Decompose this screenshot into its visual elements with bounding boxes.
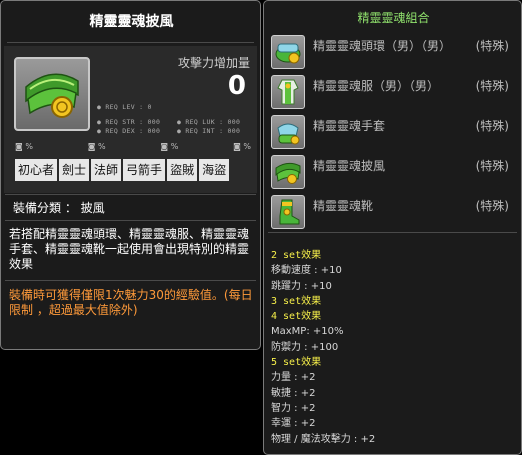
set-effect-line: 跳躍力 : +10 [271, 280, 332, 292]
req-dex: ● REQ DEX : 000 [97, 127, 161, 135]
divider [5, 220, 256, 221]
item-image-frame [14, 57, 90, 131]
cape-icon [271, 155, 305, 189]
set-effect-line: 幸運 : +2 [271, 418, 316, 430]
attack-increase-value: 0 [227, 71, 246, 101]
set-effect-header: 3 set效果 [271, 295, 322, 307]
set-item-headband: 精靈靈魂頭環（男）（男） (特殊) [271, 35, 515, 71]
set-effect-line: 移動速度 : +10 [271, 265, 342, 277]
set-item-tag: (特殊) [475, 79, 509, 93]
set-item-boot: 精靈靈魂靴 (特殊) [271, 195, 515, 231]
small-stat-1: ◙ % [15, 142, 33, 151]
item-title: 精靈靈魂披風 [89, 14, 174, 30]
title-divider [7, 42, 254, 43]
set-item-tag: (特殊) [475, 119, 509, 133]
req-luk: ● REQ LUK : 000 [177, 118, 241, 126]
set-item-name: 精靈靈魂頭環（男）（男） [313, 39, 452, 53]
set-item-tag: (特殊) [475, 159, 509, 173]
set-item-glove: 精靈靈魂手套 (特殊) [271, 115, 515, 151]
set-item-tag: (特殊) [475, 39, 509, 53]
divider [268, 232, 517, 233]
req-str: ● REQ STR : 000 [97, 118, 161, 126]
glove-icon [271, 115, 305, 149]
cape-icon [25, 73, 79, 118]
job-beginner: 初心者 [15, 159, 58, 181]
set-effect-header: 4 set效果 [271, 311, 322, 323]
set-tooltip-panel: 精靈靈魂組合 精靈靈魂頭環（男）（男） (特殊) 精靈靈魂服（男）（男） (特殊… [263, 0, 522, 455]
divider [5, 194, 256, 195]
stat-glyph-icon: ◙ [233, 142, 241, 151]
set-effect-header: 5 set效果 [271, 357, 322, 369]
item-description: 若搭配精靈靈魂頭環、精靈靈魂服、精靈靈魂手套、精靈靈魂靴一起使用會出現特別的精靈… [9, 227, 250, 271]
set-item-name: 精靈靈魂披風 [313, 159, 386, 173]
small-stat-row: ◙ % ◙ % ◙ % ◙ % [15, 142, 251, 151]
job-archer: 弓箭手 [123, 159, 166, 181]
req-int: ● REQ INT : 000 [177, 127, 241, 135]
charm-exp-note: 裝備時可獲得僅限1次魅力30的經驗值。(每日限制 ，超過最大值除外) [9, 288, 253, 317]
small-stat-4: ◙ % [233, 142, 251, 151]
job-warrior: 劍士 [59, 159, 90, 181]
job-pirate: 海盜 [199, 159, 230, 181]
set-item-name: 精靈靈魂靴 [313, 199, 374, 213]
boot-icon [271, 195, 305, 229]
set-effect-line: 敏捷 : +2 [271, 387, 316, 399]
stat-glyph-icon: ◙ [87, 142, 96, 151]
item-tooltip-panel: 精靈靈魂披風 攻擊力增加量 0 ● REQ LEV : 0 ● REQ STR … [0, 0, 261, 350]
stat-glyph-icon: ◙ [160, 142, 169, 151]
req-level: ● REQ LEV : 0 [97, 103, 152, 111]
set-effect-header: 2 set效果 [271, 250, 322, 261]
set-effect-line: 力量 : +2 [271, 372, 316, 384]
set-item-cape: 精靈靈魂披風 (特殊) [271, 155, 515, 191]
set-effects: 2 set效果 移動速度 : +10 跳躍力 : +10 3 set效果 4 s… [271, 248, 516, 447]
attack-increase-label: 攻擊力增加量 [177, 56, 250, 70]
job-thief: 盜賊 [167, 159, 198, 181]
robe-icon [271, 75, 305, 109]
set-effect-line: MaxMP: +10% [271, 326, 344, 338]
set-item-name: 精靈靈魂服（男）（男） [313, 79, 440, 93]
headband-icon [271, 35, 305, 69]
equip-category: 裝備分類 ： 披風 [13, 201, 105, 215]
set-item-robe: 精靈靈魂服（男）（男） (特殊) [271, 75, 515, 111]
small-stat-2: ◙ % [87, 142, 106, 151]
set-effect-line: 物理 / 魔法攻擊力 : +2 [271, 433, 376, 445]
job-list: 初心者 劍士 法師 弓箭手 盜賊 海盜 [15, 159, 230, 181]
small-stat-3: ◙ % [160, 142, 179, 151]
set-item-name: 精靈靈魂手套 [313, 119, 386, 133]
set-item-tag: (特殊) [475, 199, 509, 213]
divider [5, 280, 256, 281]
set-effect-line: 防禦力 : +100 [271, 341, 339, 353]
set-title: 精靈靈魂組合 [357, 11, 430, 25]
job-magician: 法師 [91, 159, 122, 181]
stat-glyph-icon: ◙ [15, 142, 23, 151]
set-effect-line: 智力 : +2 [271, 402, 316, 414]
